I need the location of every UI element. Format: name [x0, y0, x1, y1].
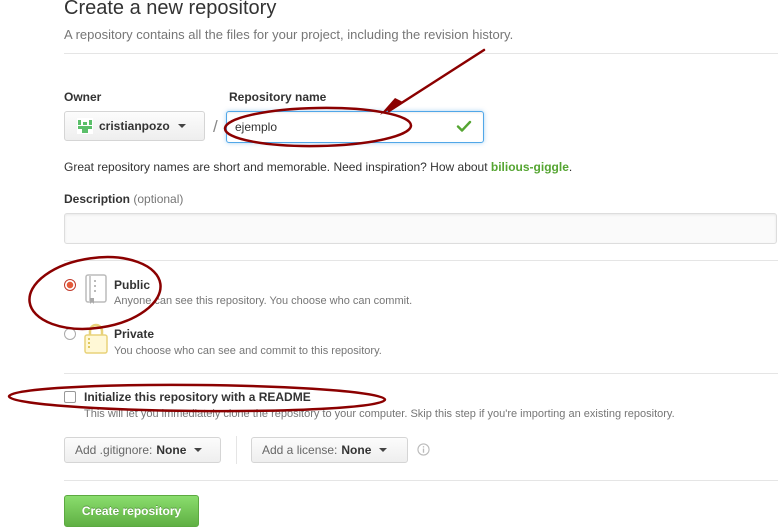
- license-label: Add a license:: [262, 443, 338, 457]
- hint-text: Great repository names are short and mem…: [64, 160, 491, 174]
- private-option-desc: You choose who can see and commit to thi…: [114, 345, 382, 357]
- license-select-button[interactable]: Add a license: None: [251, 437, 408, 463]
- public-option-title: Public: [114, 278, 151, 292]
- public-option-desc: Anyone can see this repository. You choo…: [114, 295, 413, 307]
- check-icon: [456, 120, 472, 132]
- readme-desc: This will let you immediately clone the …: [84, 408, 675, 420]
- license-value: None: [341, 443, 372, 457]
- lock-icon: [84, 323, 108, 354]
- hint-suffix: .: [568, 160, 573, 174]
- owner-name: cristianpozo: [99, 119, 170, 133]
- repository-name-input[interactable]: [226, 111, 484, 143]
- repo-book-icon: [85, 274, 107, 304]
- page-subtitle: A repository contains all the files for …: [64, 27, 514, 42]
- annotation-arrow-line: [387, 48, 486, 113]
- section-divider-1: [64, 260, 778, 261]
- create-repository-button[interactable]: Create repository: [64, 495, 199, 527]
- description-label-text: Description: [64, 192, 131, 206]
- owner-repo-separator: /: [213, 117, 218, 136]
- section-divider-3: [64, 480, 778, 481]
- info-icon[interactable]: [417, 443, 430, 456]
- identicon-icon: [77, 118, 93, 134]
- readme-label[interactable]: Initialize this repository with a README: [84, 390, 311, 404]
- gitignore-value: None: [156, 443, 187, 457]
- private-option-title: Private: [114, 327, 155, 341]
- description-optional: (optional): [133, 192, 184, 206]
- gitignore-label: Add .gitignore:: [75, 443, 153, 457]
- chevron-down-icon: [379, 448, 388, 452]
- readme-checkbox[interactable]: [64, 391, 76, 403]
- page-title: Create a new repository: [64, 0, 277, 19]
- section-divider-2: [64, 373, 778, 374]
- repository-name-label: Repository name: [229, 90, 327, 104]
- select-divider: [236, 436, 237, 464]
- repository-name-hint: Great repository names are short and mem…: [64, 160, 572, 174]
- chevron-down-icon: [194, 448, 203, 452]
- public-radio[interactable]: [64, 279, 76, 291]
- owner-select-button[interactable]: cristianpozo: [64, 111, 205, 141]
- header-divider: [64, 53, 778, 54]
- description-label: Description (optional): [64, 192, 183, 206]
- name-suggestion-link[interactable]: bilious-giggle: [491, 160, 569, 174]
- chevron-down-icon: [177, 124, 186, 128]
- private-radio[interactable]: [64, 328, 76, 340]
- owner-label: Owner: [64, 90, 102, 104]
- new-repository-page: Create a new repository A repository con…: [0, 0, 784, 530]
- description-input[interactable]: [64, 213, 777, 244]
- gitignore-select-button[interactable]: Add .gitignore: None: [64, 437, 221, 463]
